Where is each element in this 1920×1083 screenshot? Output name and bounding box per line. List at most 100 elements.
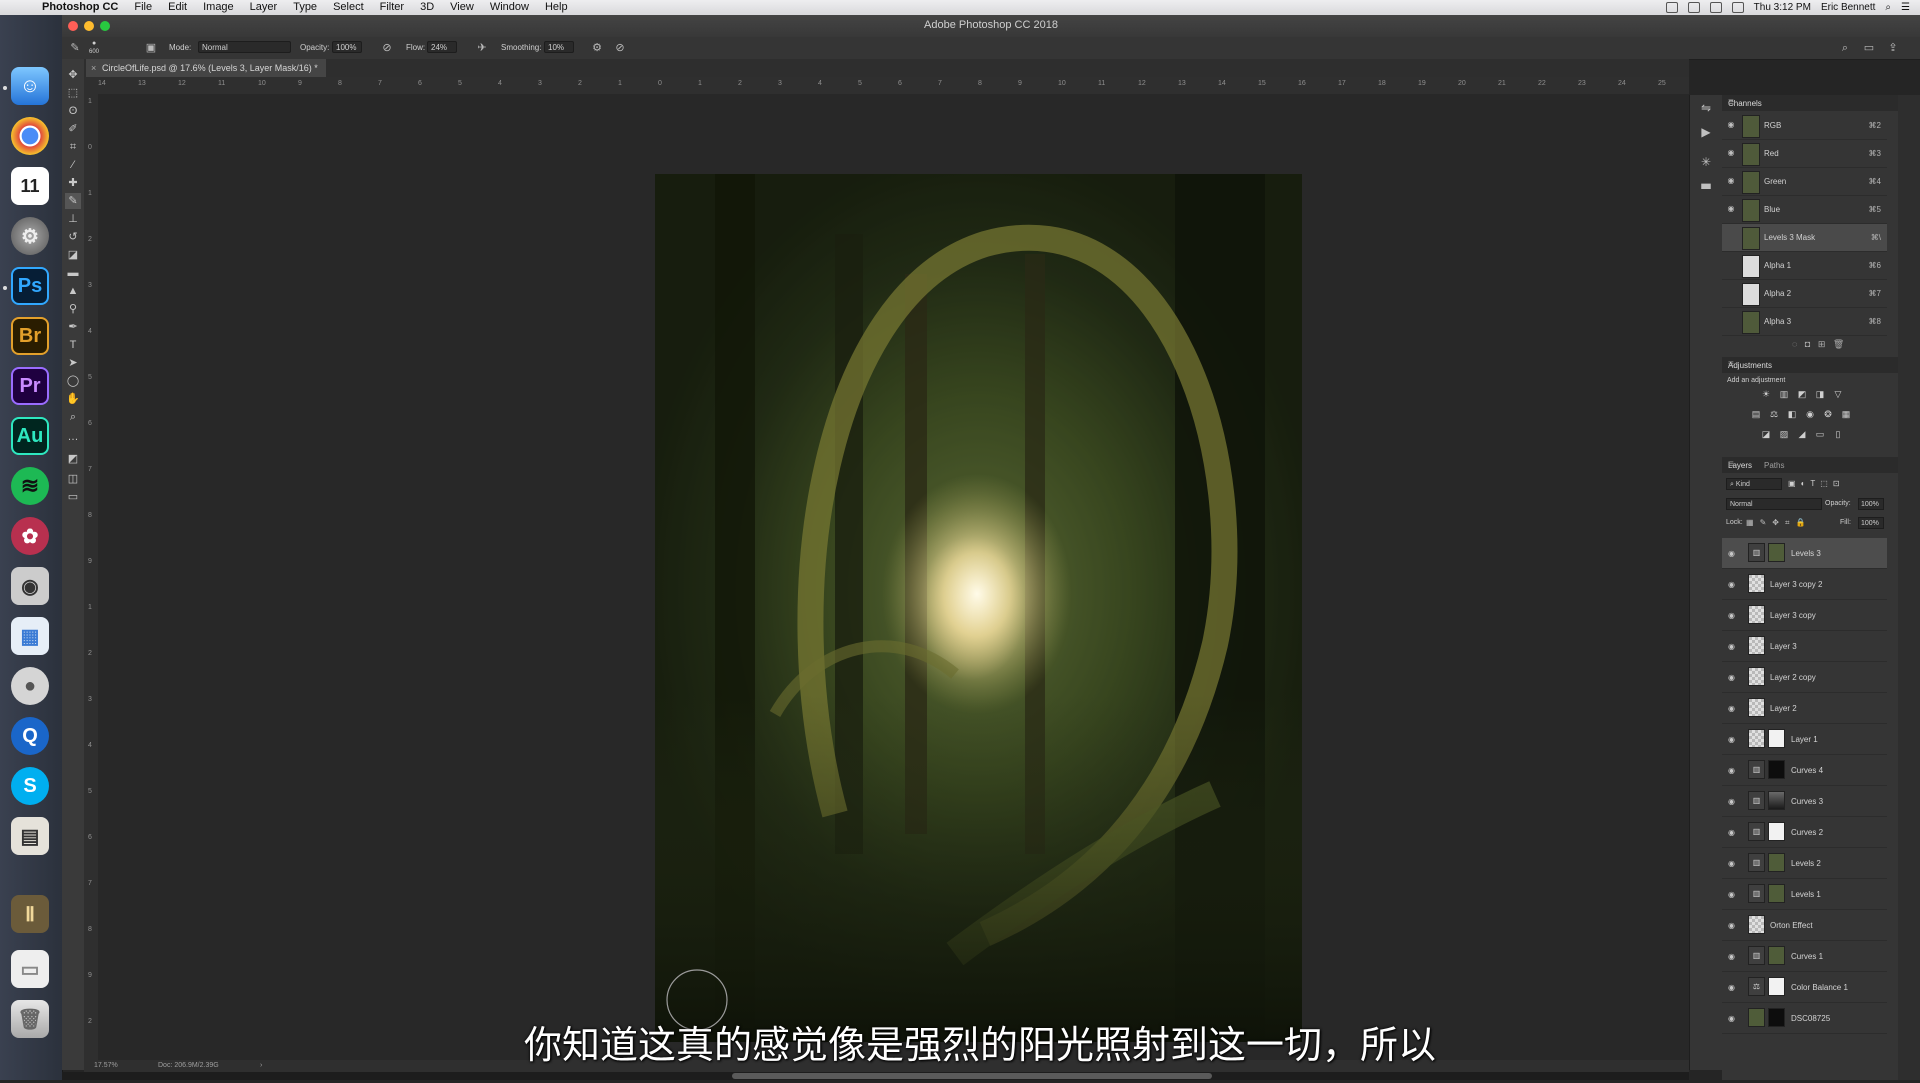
channels-panel-header[interactable]: Channels ≡ — [1722, 95, 1898, 111]
lock-artboard-icon[interactable]: ⌗ — [1785, 518, 1796, 527]
canvas-area[interactable] — [98, 94, 1689, 1060]
new-channel-icon[interactable]: ⊞ — [1818, 339, 1826, 349]
type-tool-icon[interactable]: T — [65, 337, 81, 353]
menu-select[interactable]: Select — [325, 0, 372, 15]
curves-icon[interactable]: ◩ — [1796, 389, 1808, 400]
notification-center-icon[interactable]: ☰ — [1901, 2, 1910, 13]
horizontal-ruler[interactable]: 14 13 12 11 10 9 8 7 6 5 4 3 2 1 0 1 2 3 4 5 6 7 8 9 10 11 12 13 14 1… — [98, 77, 1689, 95]
invert-icon[interactable]: ◪ — [1760, 429, 1772, 440]
dodge-tool-icon[interactable]: ⚲ — [65, 301, 81, 317]
color-balance-icon[interactable]: ⚖ — [1768, 409, 1780, 420]
eyedropper-tool-icon[interactable]: ⁄ — [65, 157, 81, 173]
eraser-tool-icon[interactable]: ◪ — [65, 247, 81, 263]
menu-layer[interactable]: Layer — [242, 0, 286, 15]
layer-row[interactable]: ◉ Orton Effect — [1722, 910, 1887, 941]
path-selection-tool-icon[interactable]: ➤ — [65, 355, 81, 371]
layer-row[interactable]: ◉ Layer 3 — [1722, 631, 1887, 662]
hand-tool-icon[interactable]: ✋ — [65, 391, 81, 407]
color-swatches-icon[interactable]: ◩ — [65, 451, 81, 467]
premiere-dock-icon[interactable]: Pr — [11, 367, 49, 405]
menu-file[interactable]: File — [126, 0, 160, 15]
gradient-tool-icon[interactable]: ▬ — [65, 265, 81, 281]
scroll-thumb[interactable] — [732, 1073, 1212, 1079]
menu-help[interactable]: Help — [537, 0, 576, 15]
clock[interactable]: Thu 3:12 PM — [1754, 2, 1811, 13]
clone-stamp-tool-icon[interactable]: ⊥ — [65, 211, 81, 227]
visibility-eye-icon[interactable]: ◉ — [1728, 952, 1735, 961]
brush-settings-panel-icon[interactable]: ▣ — [144, 41, 158, 55]
layer-row[interactable]: ◉ ▥ Curves 4 — [1722, 755, 1887, 786]
pixel-filter-icon[interactable]: ▣ — [1788, 479, 1801, 488]
threshold-icon[interactable]: ◢ — [1796, 429, 1808, 440]
lock-image-icon[interactable]: ✎ — [1760, 518, 1773, 527]
vertical-ruler[interactable]: 101234567891234567892 — [84, 94, 99, 1060]
histogram-icon[interactable]: ▃ — [1698, 175, 1714, 191]
smart-object-filter-icon[interactable]: ⊡ — [1833, 479, 1845, 488]
layer-row[interactable]: ◉ ▥ Curves 2 — [1722, 817, 1887, 848]
airbrush-icon[interactable]: ✈ — [475, 41, 489, 55]
flow-input[interactable]: 24% — [427, 41, 457, 53]
visibility-eye-icon[interactable]: ◉ — [1728, 704, 1735, 713]
fill-input[interactable]: 100% — [1858, 517, 1884, 529]
channel-row[interactable]: Alpha 2 ⌘7 — [1722, 280, 1887, 308]
exposure-icon[interactable]: ◨ — [1814, 389, 1826, 400]
layer-mask-thumbnail[interactable] — [1768, 946, 1785, 965]
ruler-origin[interactable] — [84, 77, 98, 94]
blur-tool-icon[interactable]: ▲ — [65, 283, 81, 299]
visibility-eye-icon[interactable]: ◉ — [1728, 983, 1735, 992]
panel-scrollbar[interactable] — [1898, 95, 1920, 1080]
levels-icon[interactable]: ▥ — [1778, 389, 1790, 400]
smoothing-options-gear-icon[interactable]: ⚙ — [590, 41, 604, 55]
adjustments-panel-header[interactable]: Adjustments ≡ — [1722, 357, 1898, 373]
visibility-eye-icon[interactable]: ◉ — [1728, 921, 1735, 930]
photoshop-dock-icon[interactable]: Ps — [11, 267, 49, 305]
dvd-player-icon[interactable]: ● — [11, 667, 49, 705]
hue-saturation-icon[interactable]: ▤ — [1750, 409, 1762, 420]
layer-row[interactable]: ◉ Layer 3 copy — [1722, 600, 1887, 631]
panel-menu-icon[interactable]: ≡ — [1728, 359, 1894, 370]
load-selection-icon[interactable]: ◌ — [1792, 339, 1797, 349]
user-name[interactable]: Eric Bennett — [1821, 2, 1875, 13]
opacity-input[interactable]: 100% — [332, 41, 362, 53]
more-tools-icon[interactable]: … — [65, 429, 81, 445]
selective-color-icon[interactable]: ▯ — [1832, 429, 1844, 440]
quick-mask-icon[interactable]: ◫ — [65, 471, 81, 487]
menu-image[interactable]: Image — [195, 0, 242, 15]
document-tab[interactable]: × CircleOfLife.psd @ 17.6% (Levels 3, La… — [86, 59, 326, 77]
layer-row[interactable]: ◉ ▥ Curves 3 — [1722, 786, 1887, 817]
utilities-folder-icon[interactable]: Ⅱ — [11, 895, 49, 933]
blend-mode-select[interactable]: Normal — [1726, 498, 1822, 510]
panel-menu-icon[interactable]: ≡ — [1728, 459, 1894, 470]
visibility-eye-icon[interactable]: ◉ — [1728, 549, 1735, 558]
visibility-eye-icon[interactable]: ◉ — [1728, 766, 1735, 775]
layer-opacity-input[interactable]: 100% — [1858, 498, 1884, 510]
visibility-eye-icon[interactable]: ◉ — [1728, 828, 1735, 837]
lasso-tool-icon[interactable]: ʘ — [65, 103, 81, 119]
visibility-eye-icon[interactable]: ◉ — [1728, 859, 1735, 868]
airplay-icon[interactable] — [1709, 2, 1722, 13]
menu-filter[interactable]: Filter — [372, 0, 412, 15]
forest-photo-canvas[interactable] — [655, 174, 1302, 1042]
brush-tool-icon[interactable]: ✎ — [65, 193, 81, 209]
menu-edit[interactable]: Edit — [160, 0, 195, 15]
history-brush-tool-icon[interactable]: ↺ — [65, 229, 81, 245]
layer-row[interactable]: ◉ Layer 2 copy — [1722, 662, 1887, 693]
layer-mask-thumbnail[interactable] — [1768, 853, 1785, 872]
visibility-eye-icon[interactable]: ◉ — [1726, 205, 1736, 213]
layer-row[interactable]: ◉ Layer 2 — [1722, 693, 1887, 724]
visibility-eye-icon[interactable]: ◉ — [1726, 121, 1736, 129]
system-preferences-icon[interactable]: ⚙ — [11, 217, 49, 255]
move-tool-icon[interactable]: ✥ — [65, 67, 81, 83]
calendar-icon[interactable]: 11 — [11, 167, 49, 205]
screen-mode-icon[interactable]: ▭ — [65, 489, 81, 505]
menu-3d[interactable]: 3D — [412, 0, 442, 15]
channel-row[interactable]: ◉ Blue ⌘5 — [1722, 196, 1887, 224]
crop-tool-icon[interactable]: ⌗ — [65, 139, 81, 155]
visibility-eye-icon[interactable]: ◉ — [1726, 177, 1736, 185]
workspace-switcher-icon[interactable]: ▭ — [1862, 41, 1876, 55]
layer-mask-thumbnail[interactable] — [1768, 822, 1785, 841]
quicktime-icon[interactable]: Q — [11, 717, 49, 755]
layer-mask-thumbnail[interactable] — [1768, 729, 1785, 748]
lock-all-icon[interactable]: 🔒 — [1795, 518, 1811, 527]
layer-row[interactable]: ◉ ▥ Levels 2 — [1722, 848, 1887, 879]
